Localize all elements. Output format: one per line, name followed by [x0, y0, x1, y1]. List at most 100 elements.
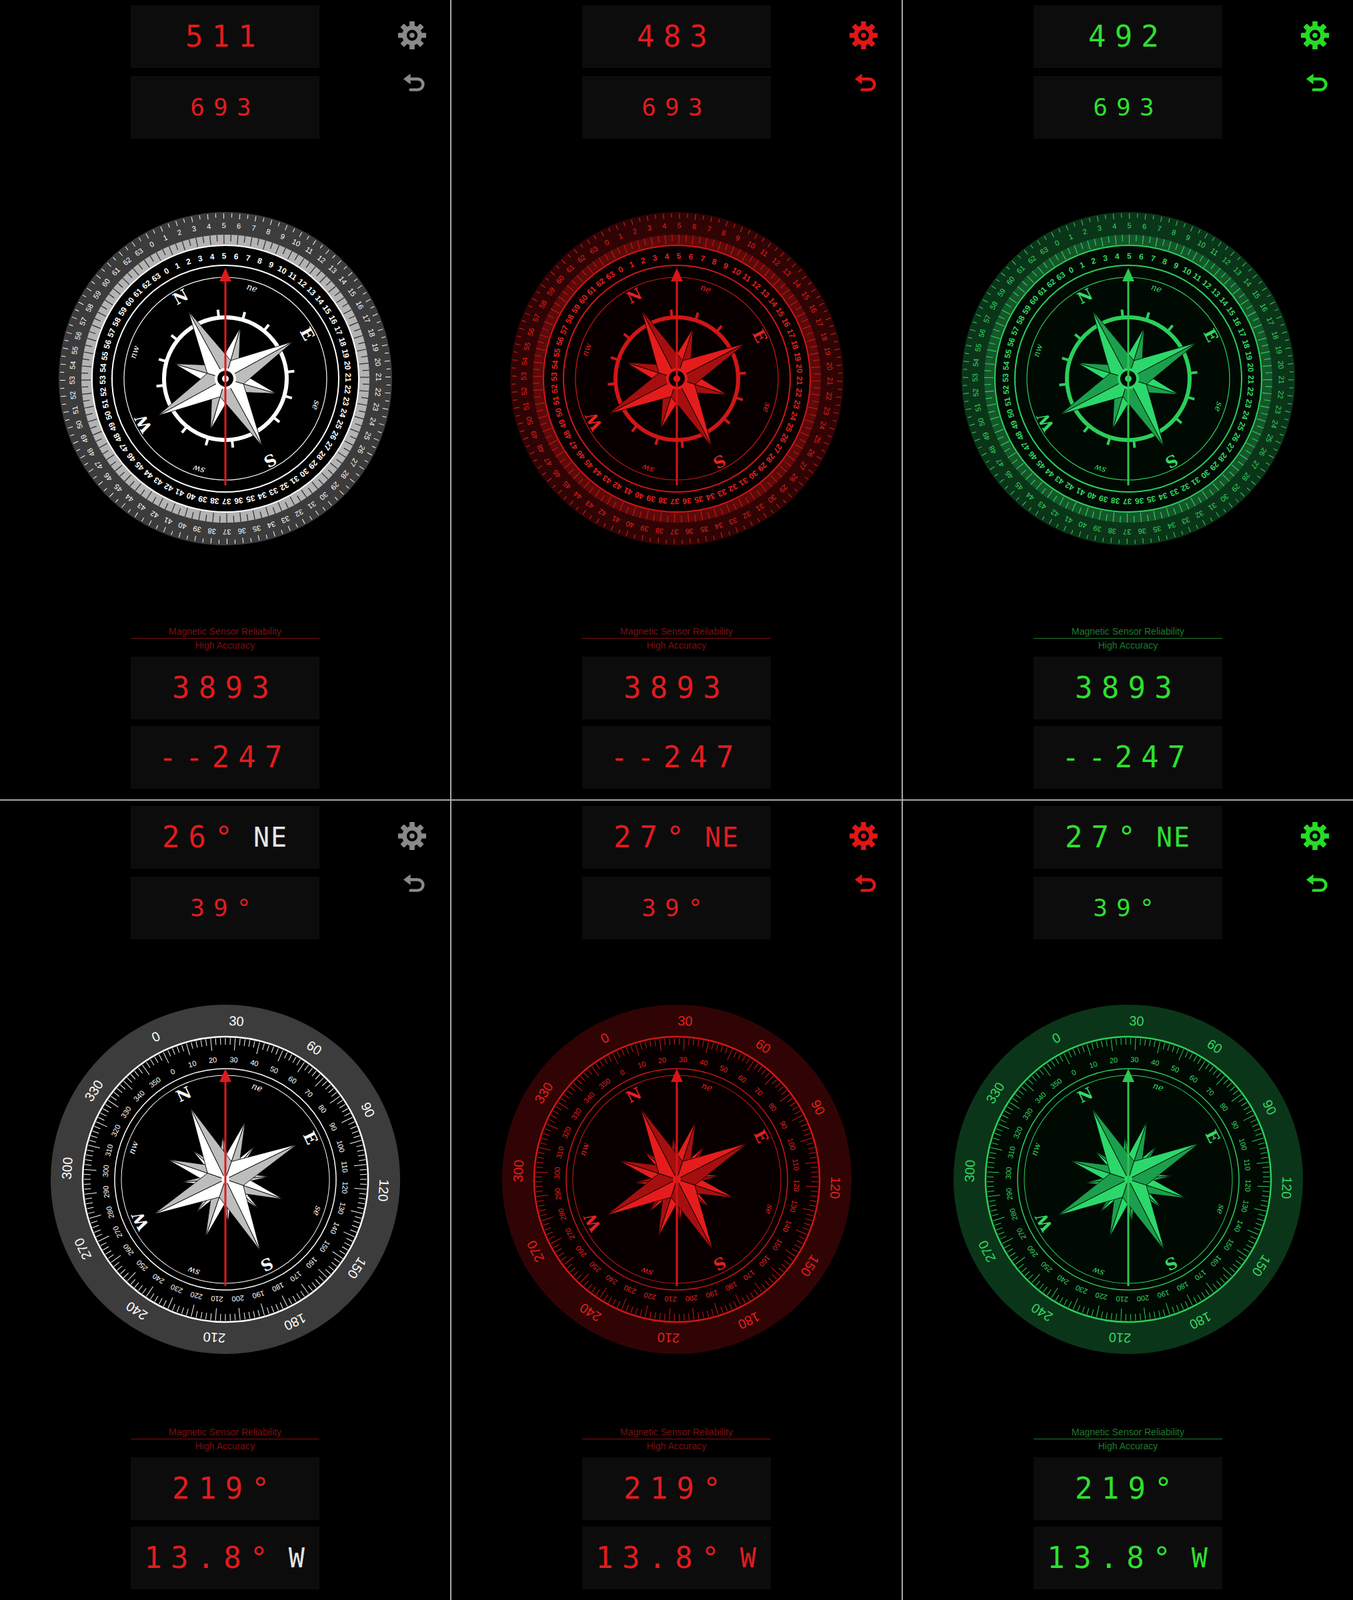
dial-label: 7 — [1156, 224, 1162, 233]
dial-label: 43 — [151, 474, 165, 488]
sensor-reliability: Magnetic Sensor ReliabilityHigh Accuracy — [130, 1426, 320, 1453]
dial-label: 13 — [326, 263, 339, 275]
sensor-reliability: Magnetic Sensor ReliabilityHigh Accuracy — [582, 625, 771, 652]
dial-label: 1 — [1078, 260, 1087, 271]
readout-direction: W — [288, 1538, 307, 1579]
dial-label: 58 — [562, 312, 576, 326]
undo-icon[interactable] — [852, 70, 879, 94]
dial-label: 42 — [610, 479, 624, 493]
dial-label: 6 — [691, 222, 697, 231]
dial-label: 4 — [209, 252, 215, 263]
dial-label: 90 — [778, 1119, 789, 1131]
top-bar: 483693 — [451, 0, 902, 139]
dial-label: 10 — [636, 1059, 647, 1070]
dial-label: 4 — [1111, 222, 1117, 231]
dial-label: 61 — [110, 265, 122, 277]
dial-label: 32 — [277, 480, 291, 493]
dial-label: 28 — [1240, 471, 1252, 483]
dial-label: 50 — [74, 419, 85, 430]
dial-label: 59 — [116, 305, 129, 319]
undo-icon[interactable] — [1303, 871, 1331, 895]
readout-value: 3893 — [1074, 666, 1181, 711]
dial-label: 53 — [97, 375, 107, 385]
dial-label: 18 — [818, 331, 829, 342]
compass-dial[interactable]: 0306090120150180210240270300330010203040… — [38, 992, 413, 1367]
readout-value: 13.8° — [1046, 1536, 1179, 1581]
dial-label: 16 — [1258, 302, 1269, 313]
gear-icon[interactable] — [1299, 820, 1331, 852]
dial-label: 280 — [104, 1205, 116, 1220]
gear-icon[interactable] — [396, 20, 428, 51]
readout: 27°NE — [1033, 806, 1223, 869]
undo-icon[interactable] — [1303, 70, 1331, 94]
dial-label: 220 — [1094, 1290, 1109, 1302]
dial-label: 20 — [208, 1055, 217, 1065]
compass-dial[interactable]: 0306090120150180210240270300330010203040… — [941, 992, 1315, 1367]
undo-icon[interactable] — [400, 871, 428, 895]
dial-label: 52 — [519, 386, 529, 396]
readout-value: 27° — [1064, 815, 1145, 860]
dial-label: 160 — [304, 1255, 319, 1271]
dial-label: 0 — [602, 238, 611, 247]
gear-icon[interactable] — [396, 820, 428, 852]
point-label: S — [1161, 1252, 1181, 1276]
dial-label: 70 — [752, 1086, 765, 1098]
dial-label: 27 — [770, 442, 784, 455]
dial-label: 20 — [1108, 1056, 1119, 1065]
gear-icon[interactable] — [848, 20, 879, 51]
compass-dial[interactable]: 0123456789101112131415161718192021222324… — [38, 192, 413, 566]
dial-label: 16 — [779, 316, 793, 330]
dial-area: 0123456789101112131415161718192021222324… — [451, 138, 902, 619]
dial-label: 9 — [1171, 260, 1180, 272]
dial-label: 48 — [111, 431, 125, 445]
gear-icon[interactable] — [848, 820, 879, 852]
dial-label: 80 — [1218, 1101, 1230, 1113]
dial-label: 61 — [130, 286, 145, 300]
dial-label: 45 — [1034, 458, 1048, 472]
undo-icon[interactable] — [852, 871, 879, 895]
dial-label: 30 — [318, 490, 330, 503]
dial-label: 250 — [587, 1260, 603, 1275]
dial-label: 30 — [297, 466, 311, 480]
readout: --247 — [1033, 726, 1223, 789]
dial-label: 350 — [1048, 1076, 1063, 1091]
dial-label: 14 — [790, 277, 803, 289]
compass-dial[interactable]: 0123456789101112131415161718192021222324… — [490, 192, 864, 566]
dial-label: 51 — [520, 401, 531, 411]
top-readouts: 27°NE39° — [582, 806, 771, 940]
dial-label: 330 — [118, 1104, 133, 1120]
reliability-title: Magnetic Sensor Reliability — [1033, 1426, 1223, 1440]
dial-label: 2 — [1089, 256, 1097, 267]
dial-label: 270 — [1014, 1226, 1028, 1242]
dial-label: 56 — [525, 326, 536, 337]
dial-label: 45 — [132, 460, 147, 474]
compass-dial[interactable]: 0306090120150180210240270300330010203040… — [490, 992, 864, 1367]
dial-label: 31 — [1206, 501, 1218, 513]
dial-label: 44 — [1042, 466, 1056, 481]
gear-icon[interactable] — [1299, 20, 1331, 51]
dial-label: 58 — [83, 302, 95, 313]
dial-label: 21 — [342, 372, 353, 383]
point-label: sw — [191, 463, 206, 477]
readout-direction: NE — [253, 817, 289, 858]
dial-label: 1 — [616, 231, 624, 241]
dial-label: 29 — [306, 458, 320, 472]
bottom-readouts: 3893--247 — [130, 656, 320, 789]
reliability-status: High Accuracy — [582, 638, 771, 652]
point-label: ne — [1149, 282, 1163, 295]
undo-icon[interactable] — [400, 70, 428, 94]
dial-label: 23 — [370, 402, 381, 412]
dial-label: 43 — [1036, 500, 1048, 512]
dial-label: 130 — [788, 1199, 799, 1214]
dial-label: 270 — [974, 1238, 999, 1265]
sensor-reliability: Magnetic Sensor ReliabilityHigh Accuracy — [1033, 625, 1223, 652]
top-bar: 511693 — [0, 0, 451, 139]
readout: 219° — [1033, 1457, 1223, 1521]
dial-label: 57 — [981, 313, 993, 325]
compass-panel: 27°NE39°03060901201501802102402703003300… — [902, 800, 1353, 1600]
dial-label: 10 — [745, 239, 757, 251]
point-label: E — [1200, 1126, 1224, 1147]
dial-label: 5 — [676, 221, 681, 230]
compass-dial[interactable]: 0123456789101112131415161718192021222324… — [941, 192, 1315, 566]
point-label: N — [1074, 1083, 1097, 1108]
